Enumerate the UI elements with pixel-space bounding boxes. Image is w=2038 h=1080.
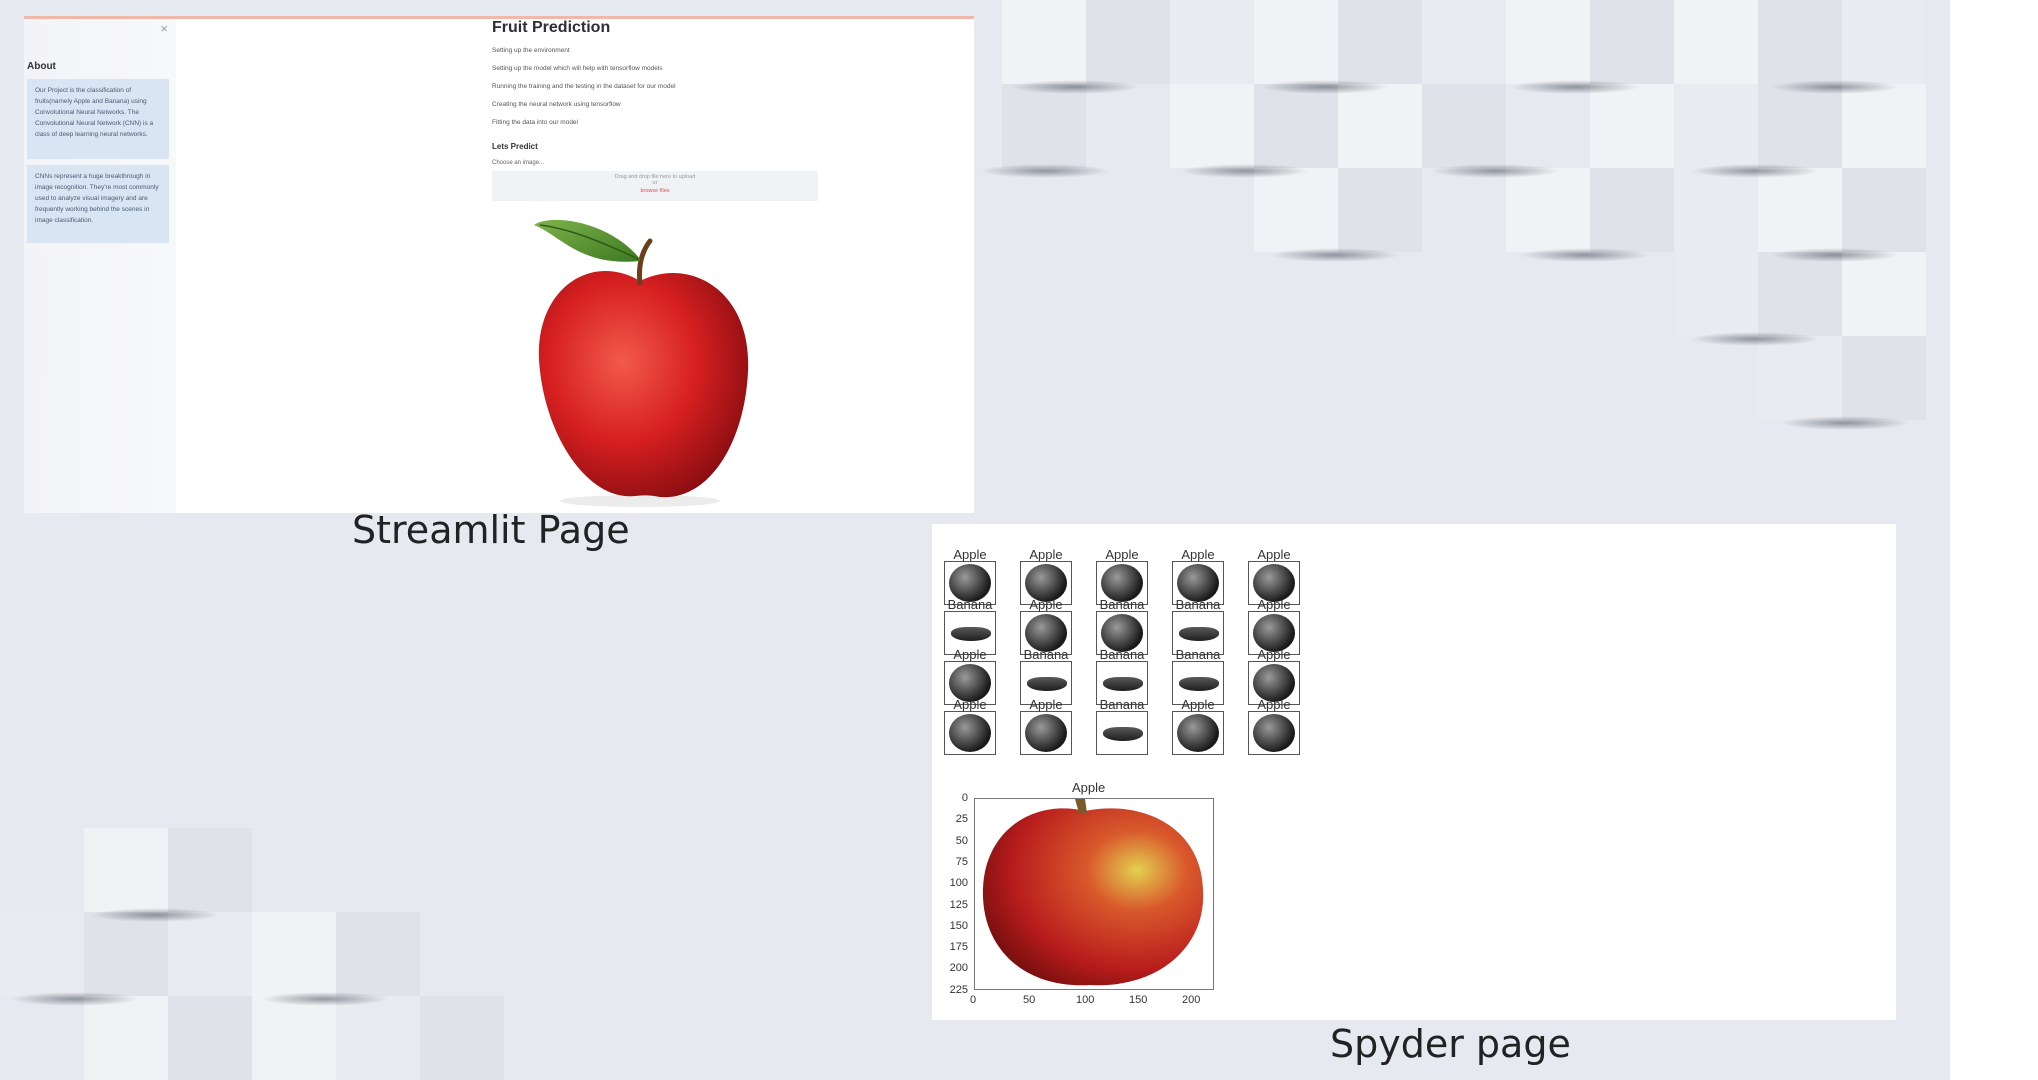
sidebar-about-card-1: Our Project is the classification of fru… xyxy=(27,79,169,159)
grid-label: Banana xyxy=(1099,647,1145,662)
y-tick-label: 50 xyxy=(955,834,968,847)
apple-thumbnail xyxy=(1253,714,1295,752)
y-tick-label: 0 xyxy=(961,792,968,804)
red-apple-image xyxy=(982,799,1204,986)
choose-image-label: Choose an image... xyxy=(492,160,545,166)
step-text: Running the training and the testing in … xyxy=(492,83,676,90)
grid-label: Apple xyxy=(1257,647,1291,662)
step-text: Creating the neural network using tensor… xyxy=(492,101,621,108)
y-tick-label: 225 xyxy=(949,983,968,996)
banana-thumbnail xyxy=(1103,677,1143,691)
spyder-screenshot: Apple Apple Apple Apple Apple Banana Apple Bana… xyxy=(932,524,1896,1020)
banana-thumbnail xyxy=(1179,627,1219,641)
banana-thumbnail xyxy=(1103,727,1143,741)
step-text: Setting up the model which will help wit… xyxy=(492,65,663,72)
close-icon[interactable]: × xyxy=(160,21,168,36)
banana-thumbnail xyxy=(951,627,991,641)
grid-label: Apple xyxy=(1257,597,1291,612)
y-tick-label: 175 xyxy=(949,941,968,954)
grid-label: Apple xyxy=(1029,597,1063,612)
y-tick-label: 75 xyxy=(955,855,968,868)
grid-label: Apple xyxy=(953,697,987,712)
grid-label: Apple xyxy=(953,647,987,662)
grid-label: Apple xyxy=(1181,697,1215,712)
x-tick-label: 150 xyxy=(1129,994,1148,1006)
grid-cell: Apple xyxy=(944,697,996,755)
y-tick-label: 125 xyxy=(949,898,968,911)
grid-label: Apple xyxy=(1257,697,1291,712)
step-text: Fitting the data into our model xyxy=(492,119,578,126)
grid-label: Apple xyxy=(1029,547,1063,562)
streamlit-main: Fruit Prediction Setting up the environm… xyxy=(176,19,974,513)
file-uploader[interactable]: Drag and drop file here to upload or bro… xyxy=(492,171,818,201)
y-tick-label: 150 xyxy=(949,919,968,932)
banana-thumbnail xyxy=(1027,677,1067,691)
streamlit-sidebar: × About Our Project is the classificatio… xyxy=(24,19,176,513)
grid-cell: Apple xyxy=(1172,697,1224,755)
grid-label: Banana xyxy=(947,597,993,612)
thumbnail-frame xyxy=(1096,711,1148,755)
apple-thumbnail xyxy=(1025,714,1067,752)
upload-or: or xyxy=(652,180,658,186)
spyder-caption: Spyder page xyxy=(1330,1022,1571,1066)
grid-label: Apple xyxy=(953,547,987,562)
thumbnail-frame xyxy=(1020,711,1072,755)
grid-label: Apple xyxy=(1105,547,1139,562)
grid-label: Banana xyxy=(1023,647,1069,662)
streamlit-screenshot: × About Our Project is the classificatio… xyxy=(24,16,974,513)
grid-label: Apple xyxy=(1257,547,1291,562)
streamlit-caption: Streamlit Page xyxy=(352,508,630,552)
thumbnail-frame xyxy=(1248,711,1300,755)
page-title: Fruit Prediction xyxy=(492,19,611,36)
sidebar-about-title: About xyxy=(27,61,56,72)
grid-label: Apple xyxy=(1181,547,1215,562)
x-tick-label: 200 xyxy=(1182,994,1201,1006)
big-image-title: Apple xyxy=(1072,780,1106,795)
grid-cell: Banana xyxy=(1096,697,1148,755)
sidebar-about-card-2: CNNs represent a huge breakthrough in im… xyxy=(27,165,169,243)
grid-cell: Apple xyxy=(1248,697,1300,755)
apple-thumbnail xyxy=(1177,714,1219,752)
browse-files-button[interactable]: browse files xyxy=(492,188,818,194)
thumbnail-frame xyxy=(944,711,996,755)
step-text: Setting up the environment xyxy=(492,47,570,54)
grid-label: Banana xyxy=(1175,647,1221,662)
y-tick-label: 100 xyxy=(949,877,968,890)
apple-thumbnail xyxy=(949,714,991,752)
grid-label: Banana xyxy=(1099,697,1145,712)
thumbnail-frame xyxy=(1172,711,1224,755)
y-tick-label: 25 xyxy=(955,813,968,826)
x-tick-label: 100 xyxy=(1076,994,1095,1006)
x-tick-label: 0 xyxy=(970,994,977,1006)
grid-cell: Apple xyxy=(1020,697,1072,755)
grid-label: Apple xyxy=(1029,697,1063,712)
big-apple-plot xyxy=(974,798,1214,990)
banana-thumbnail xyxy=(1179,677,1219,691)
predict-heading: Lets Predict xyxy=(492,142,538,151)
x-tick-label: 50 xyxy=(1023,994,1036,1006)
grid-label: Banana xyxy=(1099,597,1145,612)
grid-label: Banana xyxy=(1175,597,1221,612)
apple-image xyxy=(534,219,749,507)
y-tick-label: 200 xyxy=(949,962,968,975)
